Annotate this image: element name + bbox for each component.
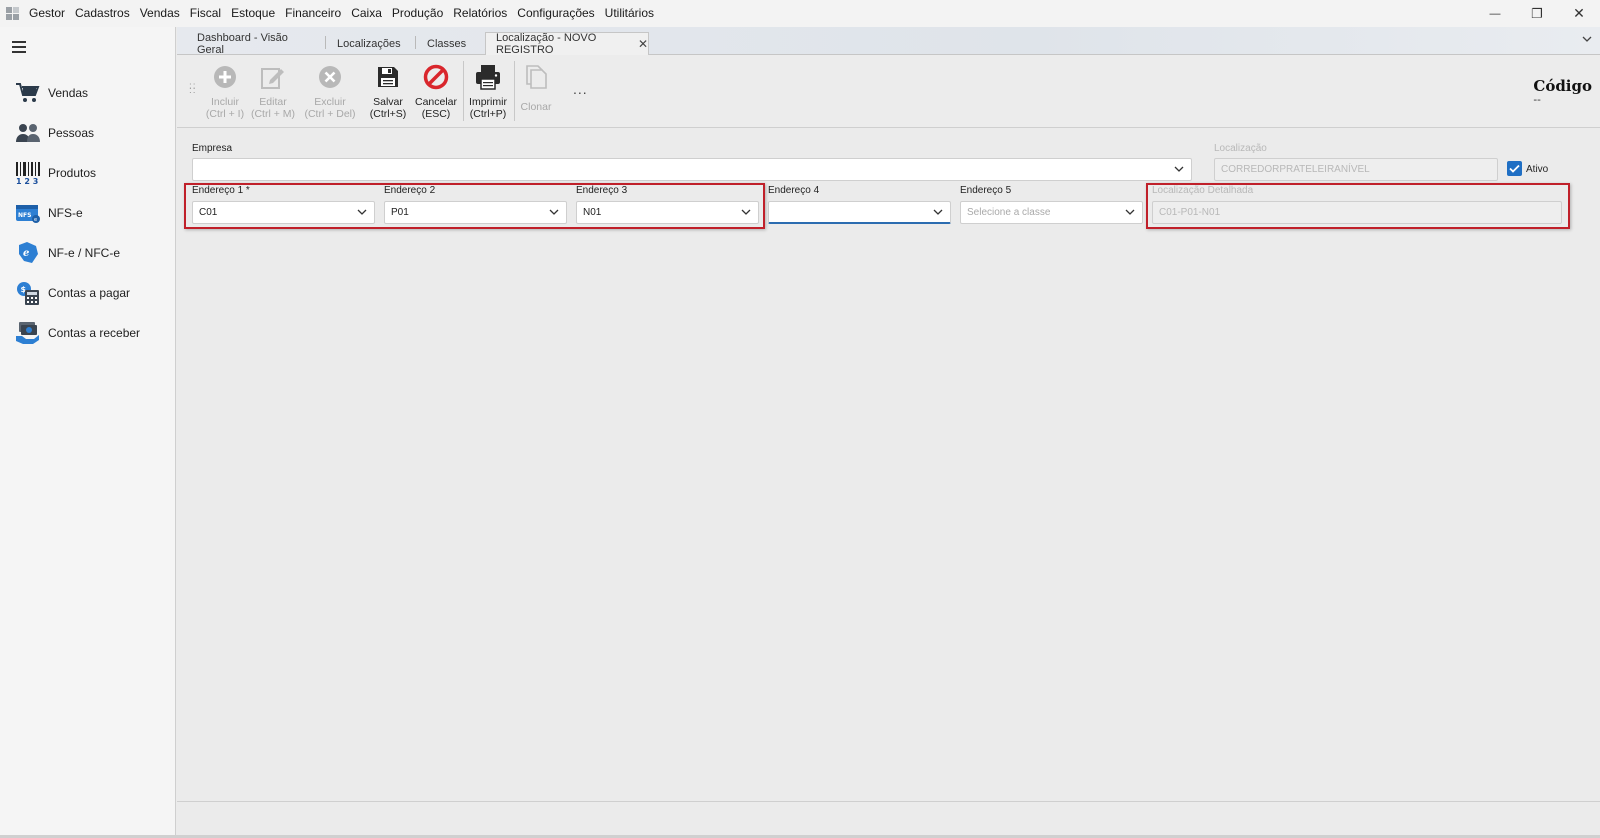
- sidebar-item-vendas[interactable]: Vendas: [0, 73, 176, 113]
- cancelar-button[interactable]: Cancelar (ESC): [408, 63, 464, 120]
- chevron-down-icon[interactable]: [1582, 33, 1592, 47]
- highlight-box-enderecos: [184, 183, 765, 229]
- tab-dashboard[interactable]: Dashboard - Visão Geral: [177, 31, 317, 56]
- cancelar-label: Cancelar: [414, 96, 458, 108]
- menu-estoque[interactable]: Estoque: [226, 0, 280, 27]
- people-icon: [14, 119, 42, 147]
- empresa-select[interactable]: [192, 158, 1192, 181]
- menu-producao[interactable]: Produção: [387, 0, 448, 27]
- menu-vendas[interactable]: Vendas: [135, 0, 185, 27]
- sidebar-item-produtos[interactable]: 1 2 3 Produtos: [0, 153, 176, 193]
- clone-icon: [524, 64, 548, 93]
- ativo-label: Ativo: [1526, 164, 1549, 175]
- window-controls: — ❐ ✕: [1474, 0, 1600, 27]
- menu-relatorios[interactable]: Relatórios: [448, 0, 512, 27]
- endereco5-select[interactable]: Selecione a classe: [960, 201, 1143, 224]
- sidebar-item-pessoas[interactable]: Pessoas: [0, 113, 176, 153]
- tab-classes[interactable]: Classes: [407, 32, 477, 55]
- printer-icon: [474, 63, 502, 94]
- sidebar-item-contas-receber[interactable]: Contas a receber: [0, 313, 176, 353]
- menu-fiscal[interactable]: Fiscal: [185, 0, 226, 27]
- svg-text:e: e: [23, 248, 29, 259]
- endereco4-label: Endereço 4: [768, 185, 820, 196]
- clonar-label: Clonar: [520, 101, 552, 113]
- tab-localizacao-novo-registro[interactable]: Localização - NOVO REGISTRO ✕: [485, 32, 649, 56]
- cancelar-shortcut: (ESC): [421, 108, 451, 120]
- localizacao-value: CORREDORPRATELEIRANÍVEL: [1221, 164, 1370, 175]
- sidebar-item-label: Contas a pagar: [48, 286, 131, 300]
- svg-text:1 2 3: 1 2 3: [16, 177, 38, 185]
- save-icon: [376, 65, 400, 92]
- sidebar-item-label: Pessoas: [48, 126, 95, 140]
- chevron-down-icon: [1174, 164, 1184, 174]
- excluir-label: Excluir: [314, 96, 346, 108]
- sidebar-item-label: Produtos: [48, 166, 97, 180]
- menu-gestor[interactable]: Gestor: [24, 0, 70, 27]
- close-tab-icon[interactable]: ✕: [638, 37, 648, 51]
- sidebar-list: Vendas Pessoas 1 2 3 Produtos NFS e NFS-e…: [0, 73, 176, 353]
- sidebar: Vendas Pessoas 1 2 3 Produtos NFS e NFS-e…: [0, 27, 176, 835]
- endereco4-select[interactable]: [768, 201, 951, 224]
- editar-button[interactable]: Editar (Ctrl + M): [245, 63, 301, 120]
- editar-shortcut: (Ctrl + M): [250, 108, 296, 120]
- menu-cadastros[interactable]: Cadastros: [70, 0, 135, 27]
- plus-circle-icon: [213, 65, 237, 92]
- svg-text:NFS: NFS: [18, 212, 31, 219]
- sidebar-item-label: NF-e / NFC-e: [48, 246, 120, 260]
- sidebar-item-nfse[interactable]: NFS e NFS-e: [0, 193, 176, 233]
- localizacao-label: Localização: [1214, 143, 1267, 154]
- ativo-checkbox[interactable]: [1507, 161, 1522, 176]
- calculator-icon: $: [14, 279, 42, 307]
- cancel-icon: [423, 64, 449, 93]
- status-bar: [177, 801, 1600, 835]
- nfe-icon: e: [14, 239, 42, 267]
- clonar-button[interactable]: Clonar: [508, 63, 564, 113]
- menu-bar: Gestor Cadastros Vendas Fiscal Estoque F…: [0, 0, 1600, 27]
- nfse-icon: NFS e: [14, 199, 42, 227]
- tab-label: Classes: [427, 37, 467, 50]
- sidebar-item-contas-pagar[interactable]: $ Contas a pagar: [0, 273, 176, 313]
- menu-financeiro[interactable]: Financeiro: [280, 0, 346, 27]
- hamburger-menu-icon[interactable]: [12, 41, 26, 56]
- menu-utilitarios[interactable]: Utilitários: [600, 0, 659, 27]
- restore-button[interactable]: ❐: [1516, 0, 1558, 27]
- minimize-button[interactable]: —: [1474, 0, 1516, 27]
- delete-circle-icon: [318, 65, 342, 92]
- tab-bar: Dashboard - Visão Geral Localizações Cla…: [177, 27, 1600, 56]
- excluir-shortcut: (Ctrl + Del): [304, 108, 356, 120]
- tab-label: Dashboard - Visão Geral: [197, 31, 288, 56]
- chevron-down-icon: [933, 207, 943, 217]
- sidebar-item-label: Vendas: [48, 86, 89, 100]
- more-options-button[interactable]: ...: [573, 81, 588, 97]
- menu-configuracoes[interactable]: Configurações: [512, 0, 599, 27]
- sidebar-item-label: NFS-e: [48, 206, 83, 220]
- codigo-title: Código: [1533, 77, 1592, 95]
- endereco5-placeholder: Selecione a classe: [967, 207, 1051, 218]
- tab-label: Localização - NOVO REGISTRO: [496, 32, 597, 56]
- sidebar-item-nfe[interactable]: e NF-e / NFC-e: [0, 233, 176, 273]
- cart-icon: [14, 79, 42, 107]
- form-area: Empresa Localização CORREDORPRATELEIRANÍ…: [177, 129, 1600, 801]
- endereco5-label: Endereço 5: [960, 185, 1012, 196]
- toolbar-grip-icon[interactable]: ::::: [189, 82, 197, 96]
- empresa-label: Empresa: [192, 143, 233, 154]
- editar-label: Editar: [259, 96, 287, 108]
- tab-label: Localizações: [337, 37, 401, 50]
- svg-text:e: e: [34, 217, 37, 223]
- barcode-icon: 1 2 3: [14, 159, 42, 187]
- highlight-box-localizacao-detalhada: [1146, 183, 1570, 229]
- edit-icon: [260, 64, 286, 93]
- menu-caixa[interactable]: Caixa: [346, 0, 387, 27]
- money-icon: [14, 319, 42, 347]
- localizacao-field: CORREDORPRATELEIRANÍVEL: [1214, 158, 1498, 181]
- chevron-down-icon: [1125, 207, 1135, 217]
- tab-localizacoes[interactable]: Localizações: [317, 32, 407, 55]
- excluir-button[interactable]: Excluir (Ctrl + Del): [302, 63, 358, 120]
- codigo-display: Código --: [1533, 77, 1592, 106]
- close-button[interactable]: ✕: [1558, 0, 1600, 27]
- sidebar-item-label: Contas a receber: [48, 326, 141, 340]
- app-logo-icon: [6, 6, 20, 21]
- toolbar: :::: Incluir (Ctrl + I) Editar (Ctrl + M) …: [177, 55, 1600, 128]
